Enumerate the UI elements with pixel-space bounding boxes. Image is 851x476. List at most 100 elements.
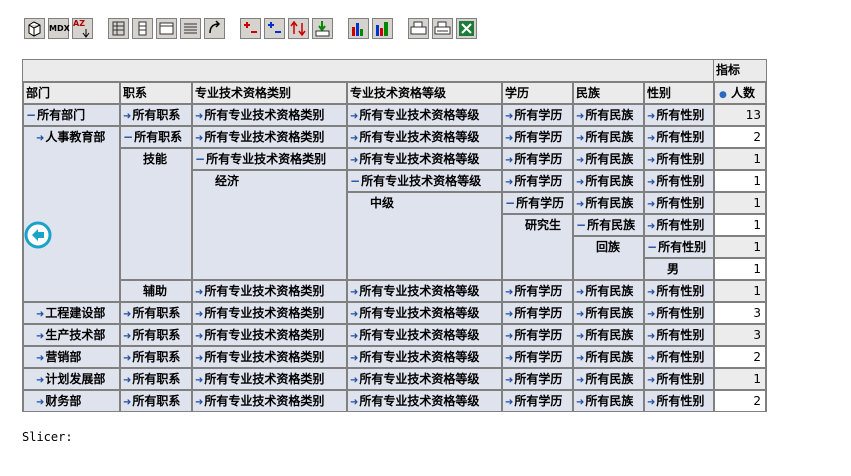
hierarchy-icon[interactable] [108, 18, 129, 39]
row-member-ethnicity[interactable]: ➜所有民族 [573, 104, 644, 126]
expand-icon[interactable]: ➜ [195, 331, 203, 342]
row-member-job-family[interactable]: ➜所有职系 [120, 390, 192, 412]
drill-through-icon[interactable] [312, 18, 333, 39]
row-member-ethnicity[interactable]: −所有民族 [573, 214, 644, 236]
sort-icon[interactable]: AZ [72, 18, 93, 39]
collapse-icon[interactable]: − [647, 240, 657, 254]
row-member-education[interactable]: −所有学历 [502, 192, 573, 214]
expand-icon[interactable]: ➜ [647, 287, 655, 298]
drill-position-icon[interactable] [264, 18, 285, 39]
row-member-ethnicity[interactable]: ➜所有民族 [573, 170, 644, 192]
expand-icon[interactable]: ➜ [505, 331, 513, 342]
row-member-department[interactable]: ➜生产技术部 [23, 324, 120, 346]
expand-icon[interactable]: ➜ [647, 111, 655, 122]
row-member-department[interactable]: ➜人事教育部 [23, 126, 120, 302]
row-member-qualification-level[interactable]: ➜所有专业技术资格等级 [347, 126, 502, 148]
expand-icon[interactable]: ➜ [350, 353, 358, 364]
row-member-education[interactable]: ➜所有学历 [502, 368, 573, 390]
expand-icon[interactable]: ➜ [576, 375, 584, 386]
row-member-education[interactable]: ➜所有学历 [502, 324, 573, 346]
print-config-icon[interactable] [408, 18, 429, 39]
row-member-gender[interactable]: ➜所有性别 [644, 148, 714, 170]
expand-icon[interactable]: ➜ [123, 353, 131, 364]
expand-icon[interactable]: ➜ [576, 309, 584, 320]
row-member-gender[interactable]: ➜所有性别 [644, 324, 714, 346]
measure-name[interactable]: ● 人数 [714, 82, 766, 104]
print-icon[interactable] [432, 18, 453, 39]
row-member-department[interactable]: ➜工程建设部 [23, 302, 120, 324]
row-member-qualification-level[interactable]: −所有专业技术资格等级 [347, 170, 502, 192]
expand-icon[interactable]: ➜ [36, 375, 44, 386]
expand-icon[interactable]: ➜ [350, 375, 358, 386]
expand-icon[interactable]: ➜ [195, 397, 203, 408]
collapse-icon[interactable]: − [576, 218, 586, 232]
row-member-department[interactable]: ➜计划发展部 [23, 368, 120, 390]
row-member-gender[interactable]: −所有性别 [644, 236, 714, 258]
row-member-department[interactable]: −所有部门 [23, 104, 120, 126]
row-member-gender[interactable]: ➜所有性别 [644, 368, 714, 390]
row-member-job-family[interactable]: ➜所有职系 [120, 104, 192, 126]
expand-icon[interactable]: ➜ [576, 287, 584, 298]
expand-icon[interactable]: ➜ [195, 353, 203, 364]
row-member-gender[interactable]: ➜所有性别 [644, 126, 714, 148]
expand-icon[interactable]: ➜ [350, 287, 358, 298]
row-member-gender[interactable]: ➜所有性别 [644, 104, 714, 126]
collapse-icon[interactable]: − [350, 174, 360, 188]
expand-icon[interactable]: ➜ [195, 309, 203, 320]
row-member-job-family[interactable]: ➜所有职系 [120, 302, 192, 324]
collapse-icon[interactable]: − [26, 108, 36, 122]
expand-icon[interactable]: ➜ [123, 111, 131, 122]
row-member-qualification-level[interactable]: ➜所有专业技术资格等级 [347, 280, 502, 302]
row-member-job-family[interactable]: −所有职系 [120, 126, 192, 148]
expand-icon[interactable]: ➜ [36, 353, 44, 364]
row-member-ethnicity[interactable]: ➜所有民族 [573, 148, 644, 170]
expand-icon[interactable]: ➜ [36, 397, 44, 408]
row-member-education[interactable]: ➜所有学历 [502, 302, 573, 324]
expand-icon[interactable]: ➜ [505, 309, 513, 320]
mdx-icon[interactable]: MDX [48, 18, 70, 39]
row-member-education[interactable]: ➜所有学历 [502, 126, 573, 148]
row-member-ethnicity[interactable]: ➜所有民族 [573, 324, 644, 346]
chart-config-icon[interactable] [372, 18, 393, 39]
row-member-education[interactable]: ➜所有学历 [502, 280, 573, 302]
expand-icon[interactable]: ➜ [195, 375, 203, 386]
row-member-ethnicity[interactable]: ➜所有民族 [573, 192, 644, 214]
collapse-icon[interactable]: − [505, 196, 515, 210]
expand-icon[interactable]: ➜ [647, 133, 655, 144]
collapse-icon[interactable]: − [195, 152, 205, 166]
expand-icon[interactable]: ➜ [350, 331, 358, 342]
excel-icon[interactable] [456, 18, 477, 39]
expand-icon[interactable]: ➜ [647, 155, 655, 166]
expand-icon[interactable]: ➜ [647, 199, 655, 210]
row-member-gender[interactable]: ➜所有性别 [644, 346, 714, 368]
row-member-qualification-level[interactable]: ➜所有专业技术资格等级 [347, 368, 502, 390]
row-member-gender[interactable]: ➜所有性别 [644, 390, 714, 412]
row-member-education[interactable]: ➜所有学历 [502, 390, 573, 412]
row-member-qualification-level[interactable]: ➜所有专业技术资格等级 [347, 302, 502, 324]
row-member-qualification-level[interactable]: ➜所有专业技术资格等级 [347, 346, 502, 368]
back-arrow-icon[interactable] [24, 221, 52, 249]
row-member-qualification-type[interactable]: ➜所有专业技术资格类别 [192, 280, 347, 302]
expand-icon[interactable]: ➜ [505, 353, 513, 364]
row-member-ethnicity[interactable]: ➜所有民族 [573, 126, 644, 148]
expand-icon[interactable]: ➜ [505, 375, 513, 386]
row-member-gender[interactable]: ➜所有性别 [644, 214, 714, 236]
expand-icon[interactable]: ➜ [123, 375, 131, 386]
expand-icon[interactable]: ➜ [350, 309, 358, 320]
expand-icon[interactable]: ➜ [350, 155, 358, 166]
row-member-qualification-type[interactable]: ➜所有专业技术资格类别 [192, 302, 347, 324]
grid-icon[interactable] [156, 18, 177, 39]
expand-icon[interactable]: ➜ [350, 133, 358, 144]
expand-icon[interactable]: ➜ [123, 331, 131, 342]
chart-icon[interactable] [348, 18, 369, 39]
row-member-qualification-level[interactable]: ➜所有专业技术资格等级 [347, 324, 502, 346]
expand-icon[interactable]: ➜ [576, 331, 584, 342]
row-member-qualification-level[interactable]: ➜所有专业技术资格等级 [347, 148, 502, 170]
expand-icon[interactable]: ➜ [505, 177, 513, 188]
row-member-education[interactable]: ➜所有学历 [502, 104, 573, 126]
row-member-job-family[interactable]: ➜所有职系 [120, 346, 192, 368]
row-member-gender[interactable]: ➜所有性别 [644, 280, 714, 302]
column-icon[interactable] [132, 18, 153, 39]
expand-icon[interactable]: ➜ [36, 133, 44, 144]
expand-icon[interactable]: ➜ [123, 309, 131, 320]
